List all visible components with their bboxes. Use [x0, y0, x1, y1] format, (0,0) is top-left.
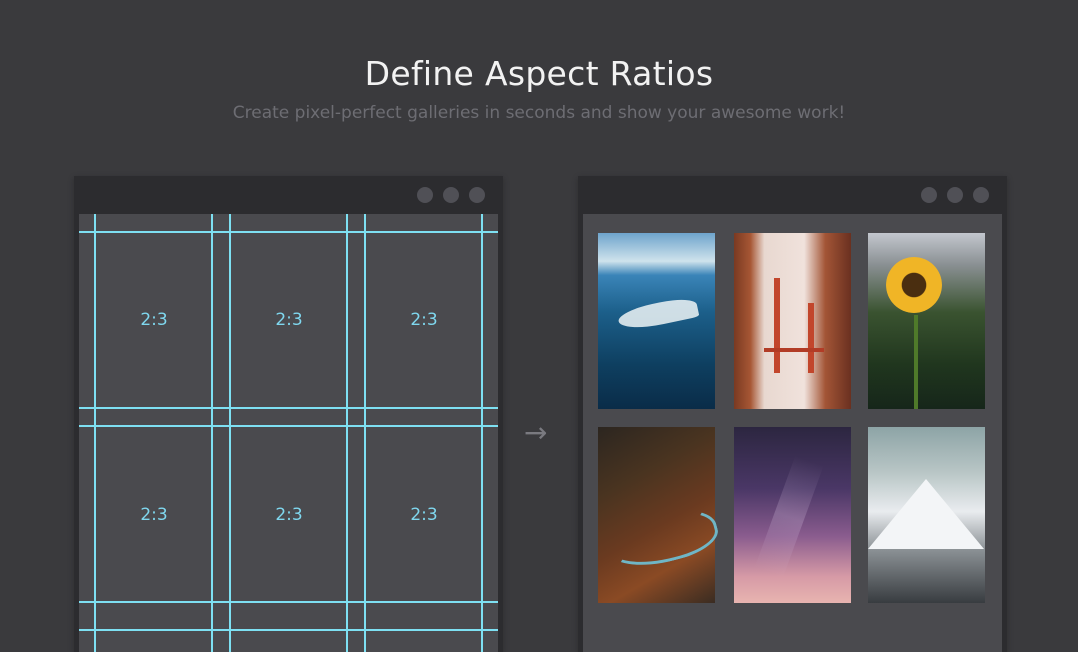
- sunflower-head: [886, 257, 942, 313]
- guide-line: [346, 214, 348, 652]
- guide-line: [79, 231, 498, 233]
- window-dot-icon[interactable]: [947, 187, 963, 203]
- guide-line: [79, 601, 498, 603]
- gallery-window: [578, 176, 1007, 652]
- page-title: Define Aspect Ratios: [364, 54, 714, 93]
- photo-milky-way-sky[interactable]: [734, 427, 851, 603]
- aspect-ratio-label: 2:3: [140, 310, 168, 330]
- grid-cell[interactable]: 2:3: [231, 428, 347, 602]
- window-dot-icon[interactable]: [417, 187, 433, 203]
- guide-line: [364, 214, 366, 652]
- photo-winding-river[interactable]: [598, 427, 723, 603]
- aspect-ratio-label: 2:3: [140, 505, 168, 525]
- guide-line: [481, 214, 483, 652]
- window-titlebar: [578, 176, 1007, 214]
- guide-line: [94, 214, 96, 652]
- page-subtitle: Create pixel-perfect galleries in second…: [232, 103, 846, 123]
- wave-crest: [616, 294, 700, 334]
- photo-ocean-wave[interactable]: [598, 233, 715, 409]
- flower-stem: [914, 315, 918, 409]
- mountain-peak: [868, 479, 984, 549]
- gallery-grid: [583, 214, 1002, 652]
- guide-line: [229, 214, 231, 652]
- milky-way-band: [754, 455, 824, 579]
- guide-line: [79, 629, 498, 631]
- bridge-tower: [808, 303, 814, 373]
- grid-canvas: 2:3 2:3 2:3 2:3 2:3 2:3: [79, 214, 498, 652]
- aspect-ratio-label: 2:3: [275, 505, 303, 525]
- guide-line: [79, 425, 498, 427]
- arrow-right-icon: →: [524, 416, 548, 449]
- bridge-deck: [764, 348, 824, 352]
- window-dot-icon[interactable]: [973, 187, 989, 203]
- guide-line: [211, 214, 213, 652]
- aspect-ratio-label: 2:3: [275, 310, 303, 330]
- bridge-tower: [774, 278, 780, 373]
- grid-cell[interactable]: 2:3: [96, 428, 212, 602]
- grid-window: 2:3 2:3 2:3 2:3 2:3 2:3: [74, 176, 503, 652]
- grid-cell[interactable]: 2:3: [96, 233, 212, 407]
- hero-header: Define Aspect Ratios Create pixel-perfec…: [0, 52, 1078, 124]
- window-dot-icon[interactable]: [443, 187, 459, 203]
- photo-golden-gate-bridge[interactable]: [734, 233, 851, 409]
- aspect-ratio-label: 2:3: [410, 310, 438, 330]
- grid-cell[interactable]: 2:3: [366, 233, 482, 407]
- river-curve: [599, 499, 723, 577]
- window-dot-icon[interactable]: [921, 187, 937, 203]
- photo-sunflower[interactable]: [868, 233, 985, 409]
- photo-snowy-mountains[interactable]: [868, 427, 985, 603]
- window-dot-icon[interactable]: [469, 187, 485, 203]
- window-titlebar: [74, 176, 503, 214]
- aspect-ratio-label: 2:3: [410, 505, 438, 525]
- guide-line: [79, 407, 498, 409]
- grid-cell[interactable]: 2:3: [231, 233, 347, 407]
- grid-cell[interactable]: 2:3: [366, 428, 482, 602]
